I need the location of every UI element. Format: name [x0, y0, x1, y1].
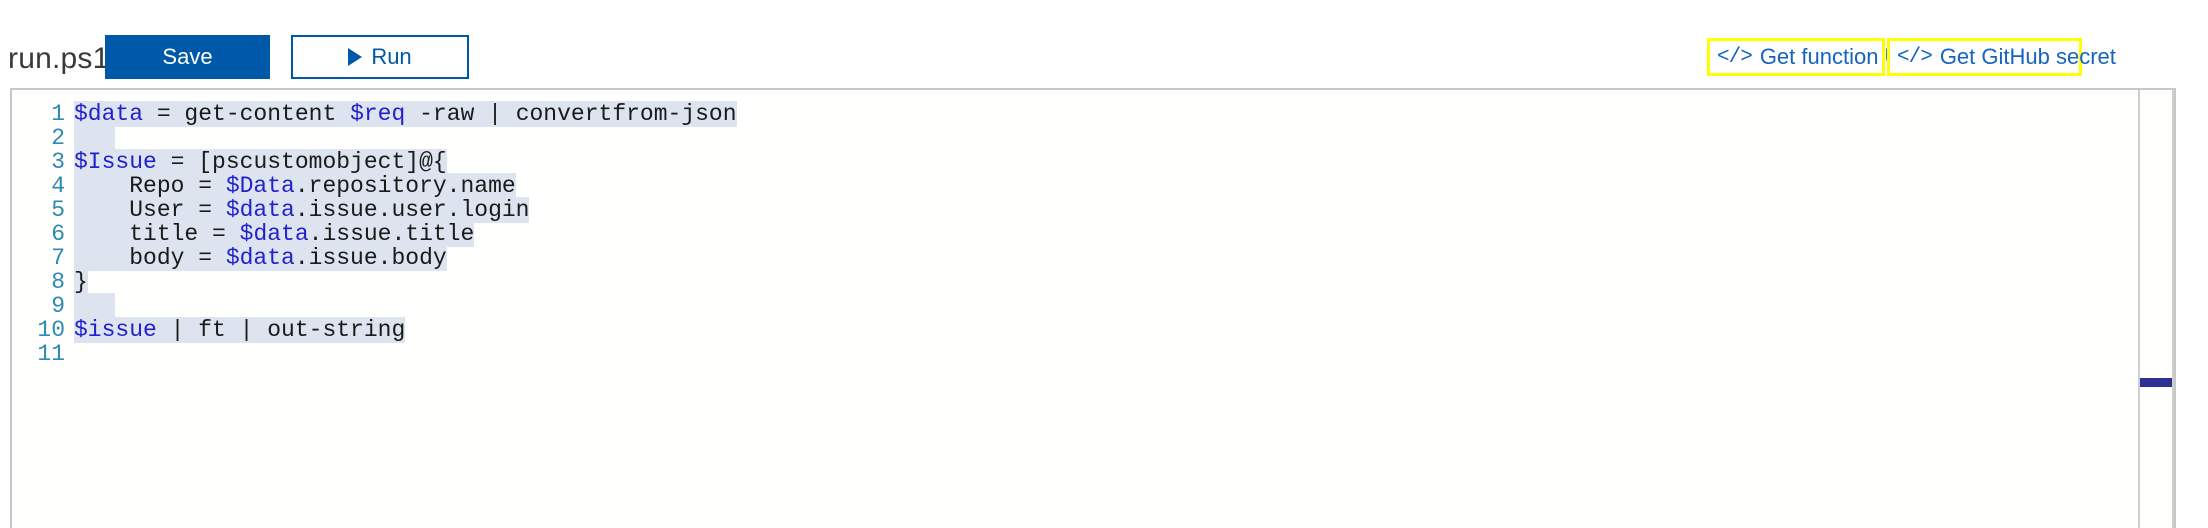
code-brackets-icon: </>	[1717, 45, 1753, 69]
code-line[interactable]: $Issue = [pscustomobject]@{	[74, 149, 447, 175]
code-line-text: body = $data.issue.body	[74, 245, 447, 271]
code-line-text	[74, 293, 116, 319]
run-button[interactable]: Run	[291, 35, 469, 79]
get-github-secret-link[interactable]: </> Get GitHub secret	[1887, 38, 2116, 76]
code-token-text: User =	[74, 197, 226, 223]
code-line[interactable]: Repo = $Data.repository.name	[74, 173, 516, 199]
page-title: run.ps1	[8, 42, 110, 75]
get-function-url-link[interactable]: </> Get function URL	[1707, 38, 1929, 76]
code-line-text: $issue | ft | out-string	[74, 317, 406, 343]
line-number: 3	[51, 149, 65, 175]
code-brackets-icon: </>	[1897, 45, 1933, 69]
code-token-variable: $req	[350, 101, 406, 127]
line-number: 8	[51, 269, 65, 295]
code-token-text: .issue.title	[308, 221, 475, 247]
code-line-text: User = $data.issue.user.login	[74, 197, 530, 223]
code-token-text: title =	[74, 221, 240, 247]
code-editor[interactable]: 1 2 3 4 5 6 7 8 9 10 11 $data = get-content $req -…	[10, 88, 2176, 528]
line-number: 11	[37, 341, 65, 367]
line-number: 1	[51, 101, 65, 127]
line-number: 4	[51, 173, 65, 199]
code-token-text: }	[74, 269, 88, 295]
code-line[interactable]	[74, 293, 116, 319]
code-token-text: Repo =	[74, 173, 226, 199]
code-line-text: $data = get-content $req -raw | convertf…	[74, 101, 737, 127]
code-content-area[interactable]: $data = get-content $req -raw | convertf…	[74, 90, 2174, 528]
code-token-variable: $Issue	[74, 149, 157, 175]
code-line[interactable]: User = $data.issue.user.login	[74, 197, 530, 223]
code-token-text: .issue.body	[294, 245, 447, 271]
code-token-text: .repository.name	[294, 173, 516, 199]
code-token-variable: $data	[225, 245, 295, 271]
line-number: 10	[37, 317, 65, 343]
code-token-text: -raw | convertfrom-json	[405, 101, 737, 127]
code-token-text: | ft | out-string	[156, 317, 406, 343]
code-line[interactable]: }	[74, 269, 88, 295]
line-number-gutter: 1 2 3 4 5 6 7 8 9 10 11	[12, 90, 74, 528]
code-line-text: title = $data.issue.title	[74, 221, 475, 247]
line-number: 6	[51, 221, 65, 247]
code-line-text	[74, 125, 116, 151]
get-github-secret-label: Get GitHub secret	[1939, 44, 2116, 69]
code-token-text: = get-content	[143, 101, 351, 127]
editor-scrollbar[interactable]	[2138, 90, 2174, 528]
run-button-label: Run	[371, 44, 412, 69]
line-number: 5	[51, 197, 65, 223]
code-token-variable: $data	[239, 221, 309, 247]
code-line-text: $Issue = [pscustomobject]@{	[74, 149, 447, 175]
editor-toolbar: run.ps1 Save Run </> Get function URL </…	[0, 0, 2208, 88]
play-triangle-icon	[348, 48, 363, 66]
code-line-text: Repo = $Data.repository.name	[74, 173, 516, 199]
code-token-text: = [pscustomobject]@{	[156, 149, 447, 175]
code-line[interactable]: body = $data.issue.body	[74, 245, 447, 271]
line-number: 2	[51, 125, 65, 151]
code-token-variable: $data	[74, 101, 144, 127]
code-token-variable: $Data	[225, 173, 295, 199]
code-line[interactable]: $issue | ft | out-string	[74, 317, 406, 343]
code-line[interactable]	[74, 125, 116, 151]
code-token-variable: $data	[225, 197, 295, 223]
code-line-text: }	[74, 269, 88, 295]
code-token-text: body =	[74, 245, 226, 271]
code-line[interactable]: $data = get-content $req -raw | convertf…	[74, 101, 737, 127]
line-number: 9	[51, 293, 65, 319]
line-number: 7	[51, 245, 65, 271]
code-token-text: .issue.user.login	[294, 197, 530, 223]
scroll-position-marker[interactable]	[2140, 378, 2172, 387]
code-token-variable: $issue	[74, 317, 157, 343]
save-button[interactable]: Save	[105, 35, 270, 79]
code-line[interactable]: title = $data.issue.title	[74, 221, 475, 247]
